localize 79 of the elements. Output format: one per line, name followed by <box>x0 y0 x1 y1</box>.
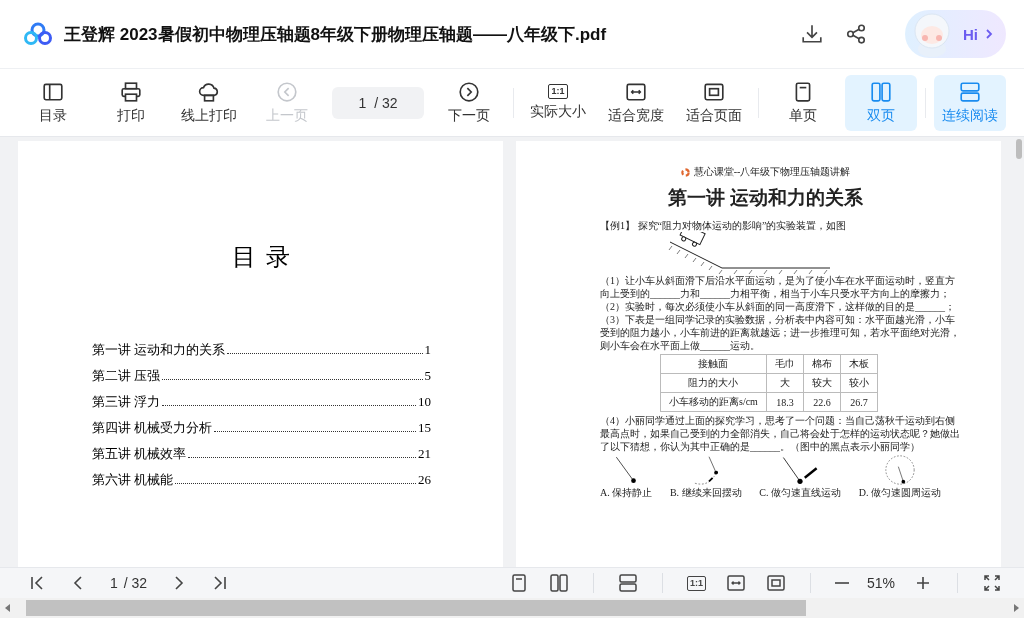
actual-size-icon: 1:1 <box>548 84 568 99</box>
toc-entry-title: 第四讲 机械受力分析 <box>92 419 213 437</box>
toc-heading: 目 录 <box>230 243 293 272</box>
lecture-title: 第一讲 运动和力的关系 <box>667 186 864 210</box>
table-cell: 棉布 <box>803 354 841 374</box>
toc-button[interactable]: 目录 <box>17 74 89 131</box>
table-cell: 26.7 <box>840 392 878 412</box>
table-cell: 木板 <box>840 354 878 374</box>
running-header: 慧心课堂--八年级下物理压轴题讲解 <box>693 165 851 179</box>
option-label: B. 继续来回摆动 <box>669 486 742 500</box>
chevron-right-icon <box>984 28 994 40</box>
option-label: D. 做匀速圆周运动 <box>858 486 941 500</box>
toc-page-number: 26 <box>418 472 431 488</box>
toc-page-number: 1 <box>424 342 431 358</box>
zoom-out-button[interactable] <box>832 580 851 586</box>
option-label: A. 保持静止 <box>600 486 653 500</box>
scroll-left-icon <box>4 604 12 612</box>
ring-logo-icon <box>680 167 690 177</box>
double-page-icon <box>548 573 569 593</box>
fit-width-icon <box>625 80 647 103</box>
toc-page-number: 10 <box>418 394 431 410</box>
table-cell: 小车移动的距离s/cm <box>660 392 767 412</box>
fit-width-button[interactable]: 适合宽度 <box>600 74 672 131</box>
toc-page-number: 21 <box>418 446 431 462</box>
toc-entry-title: 第一讲 运动和力的关系 <box>92 341 226 359</box>
table-cell: 18.3 <box>766 392 804 412</box>
option-label: C. 做匀速直线运动 <box>759 486 841 500</box>
sidebar-icon <box>42 80 64 103</box>
continuous-icon <box>617 573 638 593</box>
question-text: （4）小丽同学通过上面的探究学习，思考了一个问题：当自己荡秋千运动到右侧最高点时，如果自己受到的力全部消失，自己将会处于怎样的运动状态呢？她做出了以下猜想，你认为其中正确的是______。（图中的黑点表示小丽同学） <box>600 414 961 453</box>
table-cell: 22.6 <box>803 392 841 412</box>
next-icon <box>458 80 480 103</box>
fit-width-icon <box>725 573 746 593</box>
toc-page-number: 15 <box>418 420 431 436</box>
toc-entry-title: 第三讲 浮力 <box>92 393 161 411</box>
print-icon <box>120 80 142 103</box>
question-text: 【例1】 探究“阻力对物体运动的影响”的实验装置，如图 <box>600 219 848 232</box>
print-button[interactable]: 打印 <box>95 74 167 131</box>
fit-page-icon <box>765 573 786 593</box>
download-icon <box>801 23 823 45</box>
zoom-level: 51% <box>866 575 895 591</box>
toc-page-number: 5 <box>424 368 431 384</box>
fullscreen-icon <box>982 573 1002 593</box>
actual-button[interactable]: 1:1 实际大小 <box>522 74 594 131</box>
fit-page-button[interactable]: 适合页面 <box>678 74 750 131</box>
pendulum-drawing <box>614 455 639 485</box>
page-number-field[interactable]: 1 / 32 <box>332 86 424 119</box>
question-text: （3）下表是一组同学记录的实验数据，分析表中内容可知：水平面越光滑，小车受到的阻力越小，小车前进的距离就越远；进一步推理可知，若水平面绝对光滑，则小车会在水平面上做______运动。 <box>600 313 961 352</box>
minus-icon <box>834 582 849 584</box>
toc-entry-title: 第五讲 机械效率 <box>92 445 187 463</box>
app-logo-icon <box>24 22 52 46</box>
table-cell: 接触面 <box>660 354 767 374</box>
pendulum-drawing <box>884 455 915 485</box>
single-button[interactable]: 单页 <box>767 74 839 131</box>
scroll-right-icon <box>1012 604 1020 612</box>
table-cell: 阻力的大小 <box>660 373 767 393</box>
greeting-text: Hi <box>963 25 978 43</box>
previous-icon <box>276 80 298 103</box>
pendulum-drawing <box>781 455 820 485</box>
table-cell: 大 <box>766 373 804 393</box>
fit-page-icon <box>703 80 725 103</box>
question-text: （1）让小车从斜面滑下后沿水平面运动，是为了使小车在水平面运动时，竖直方向上受到的______力和______力相平衡，相当于小车只受水平方向上的摩擦力； <box>600 274 956 300</box>
question-text: （2）实验时，每次必须使小车从斜面的同一高度滑下，这样做的目的是______； <box>600 300 956 313</box>
next-button[interactable]: 下一页 <box>433 74 505 131</box>
table-cell: 较小 <box>840 373 878 393</box>
page-number-field[interactable]: 1 / 32 <box>110 575 148 591</box>
double-page-icon <box>870 80 892 103</box>
continuous-icon <box>959 80 981 103</box>
assistant-button[interactable]: Hi <box>905 10 1006 58</box>
document-title: 王登辉 2023暑假初中物理压轴题8年级下册物理压轴题——八年级下.pdf <box>64 23 608 46</box>
toc-entry-title: 第六讲 机械能 <box>92 471 174 489</box>
pendulum-drawing <box>693 455 719 485</box>
cloud-icon <box>198 80 220 103</box>
actual-button[interactable]: 1:1 <box>684 573 708 593</box>
table-cell: 较大 <box>803 373 841 393</box>
cloud-print-button[interactable]: 线上打印 <box>173 74 245 131</box>
share-icon <box>845 23 867 45</box>
table-cell: 毛巾 <box>766 354 804 374</box>
toc-entry-title: 第二讲 压强 <box>92 367 161 385</box>
